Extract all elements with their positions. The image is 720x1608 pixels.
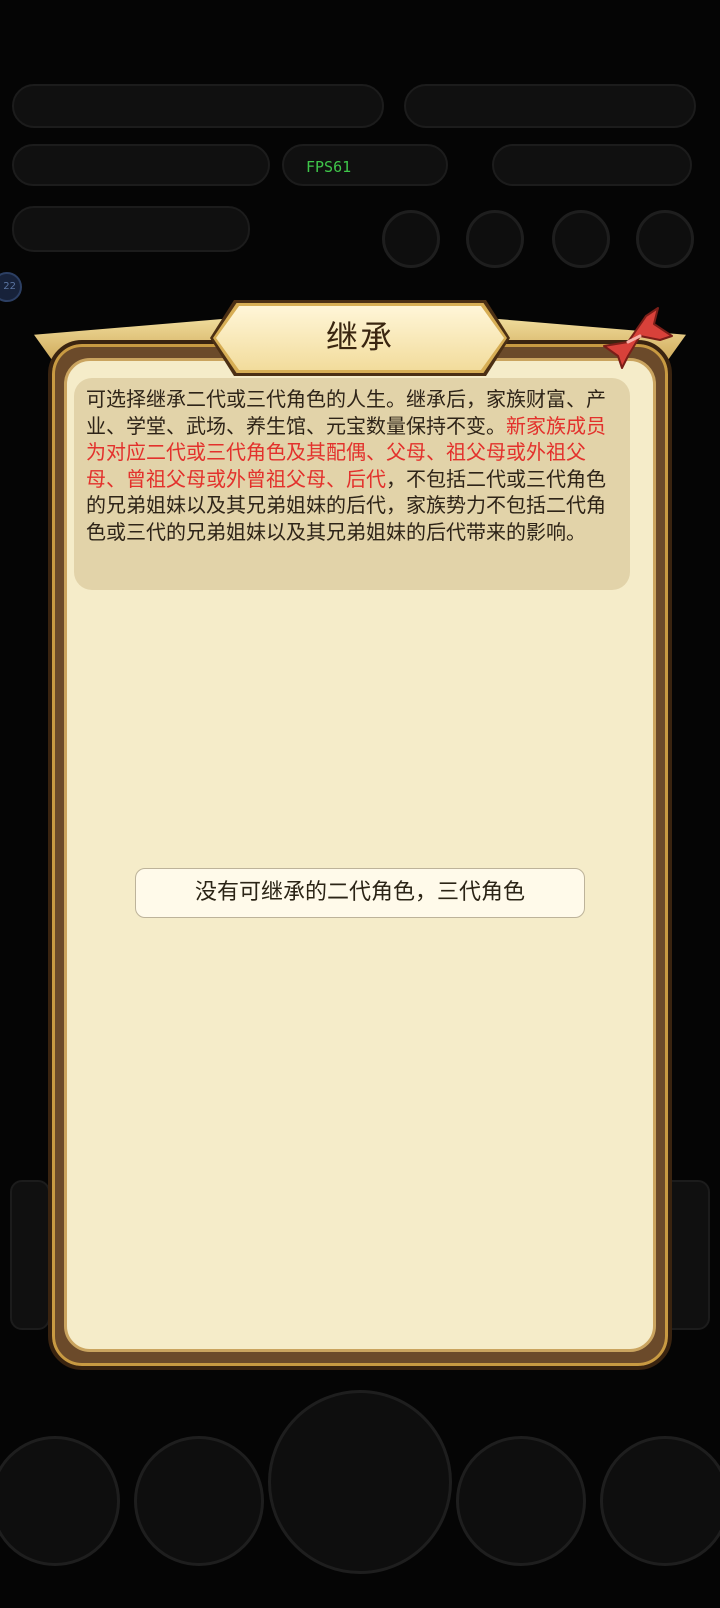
menu-icon-4 (636, 210, 694, 268)
close-icon (603, 307, 673, 369)
currency-bar (404, 84, 696, 128)
menu-icon-2 (466, 210, 524, 268)
menu-icon-3 (552, 210, 610, 268)
menu-icon-1 (382, 210, 440, 268)
stat-bar-3 (492, 144, 692, 186)
fps-counter: FPS61 (306, 158, 352, 176)
side-panel-left (10, 1180, 50, 1330)
bottom-nav-5 (600, 1436, 720, 1566)
bottom-nav-4 (456, 1436, 586, 1566)
dialog-title: 继承 (325, 318, 394, 356)
empty-state-message: 没有可继承的二代角色，三代角色 (135, 868, 585, 918)
top-info-bar (12, 84, 384, 128)
stat-bar (12, 144, 270, 186)
bottom-nav-2 (134, 1436, 264, 1566)
level-badge: 22 (0, 272, 22, 302)
inherit-description: 可选择继承二代或三代角色的人生。继承后，家族财富、产业、学堂、武场、养生馆、元宝… (74, 378, 630, 590)
bottom-nav-1 (0, 1436, 120, 1566)
event-bar (12, 206, 250, 252)
close-button[interactable] (598, 302, 680, 372)
bottom-nav-center (268, 1390, 452, 1574)
